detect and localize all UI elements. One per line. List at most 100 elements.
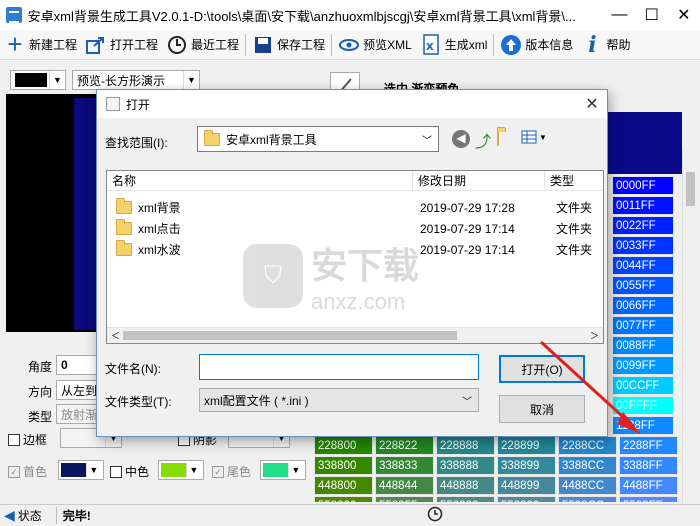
color-cell[interactable]: 4488FF [619, 476, 678, 495]
save-project-button[interactable]: 保存工程 [248, 31, 329, 59]
chevron-down-icon: ▼ [49, 71, 65, 89]
color-cell[interactable]: 558888 [436, 496, 495, 502]
generate-xml-button[interactable]: X 生成xml [416, 31, 492, 59]
check-icon[interactable]: ✓ [212, 465, 224, 478]
close-icon[interactable]: ✕ [577, 94, 607, 114]
angle-label: 角度 [28, 360, 53, 374]
color-cell[interactable]: 3388CC [558, 456, 617, 475]
color-cell[interactable]: 0044FF [612, 256, 674, 275]
color-cell[interactable]: 0055FF [612, 276, 674, 295]
first-color-swatch [61, 463, 86, 477]
color-cell[interactable]: 338899 [497, 456, 556, 475]
type-label: 类型 [28, 410, 53, 424]
mid-color-checkbox[interactable] [110, 465, 122, 478]
minimize-icon[interactable]: — [603, 6, 635, 24]
color-cell[interactable]: 448888 [436, 476, 495, 495]
speaker-icon: ◀ [4, 507, 15, 523]
tail-color-swatch [263, 463, 288, 477]
scroll-left-icon[interactable]: ＜ [111, 329, 120, 342]
color-cell[interactable]: 3388FF [619, 456, 678, 475]
color-cell[interactable]: 228800 [314, 436, 373, 455]
tail-color-row[interactable]: ✓ 尾色 [212, 463, 251, 480]
horizontal-scrollbar[interactable]: ＜ ＞ [107, 327, 603, 343]
scrollbar-thumb[interactable] [123, 331, 457, 340]
color-select[interactable]: ▼ [10, 70, 66, 90]
column-date[interactable]: 修改日期 [413, 171, 545, 190]
vertical-scrollbar[interactable] [682, 150, 698, 504]
first-color-select[interactable]: ▼ [58, 460, 104, 480]
file-row[interactable]: xml点击 2019-07-29 17:14 文件夹 [107, 218, 603, 239]
color-cell[interactable]: 448899 [497, 476, 556, 495]
toolbar-separator [245, 33, 247, 56]
chevron-down-icon: ﹀ [462, 396, 472, 408]
view-menu-icon[interactable]: ▼ [521, 130, 547, 144]
color-cell[interactable]: 0011FF [612, 196, 674, 215]
filename-input[interactable] [199, 354, 479, 380]
color-cell[interactable]: 0033FF [612, 236, 674, 255]
color-cell[interactable]: 4488CC [558, 476, 617, 495]
new-project-button[interactable]: + 新建工程 [0, 29, 81, 59]
color-cell[interactable]: 558855 [375, 496, 434, 502]
toolbar-separator [331, 33, 333, 56]
open-file-dialog: 打开 ✕ 查找范围(I): 安卓xml背景工具 ﹀ ◀ ⤴ ▼ 名称 修改日期 … [96, 89, 641, 437]
look-in-select[interactable]: 安卓xml背景工具 ﹀ [197, 126, 439, 152]
mid-color-select[interactable]: ▼ [158, 460, 204, 480]
preview-mode-select[interactable]: 预览-长方形演示 ▼ [72, 70, 200, 90]
color-cell[interactable]: 228822 [375, 436, 434, 455]
file-list[interactable]: 名称 修改日期 类型 xml背景 2019-07-29 17:28 文件夹 xm… [106, 170, 604, 344]
color-cell[interactable]: 558800 [314, 496, 373, 502]
color-cell[interactable]: 0022FF [612, 216, 674, 235]
border-checkbox-row[interactable]: 边框 [8, 431, 47, 448]
type-select[interactable]: 放射渐 [56, 404, 98, 424]
color-cell[interactable]: 448800 [314, 476, 373, 495]
maximize-icon[interactable]: ☐ [636, 5, 668, 25]
recent-projects-button[interactable]: 最近工程 [162, 31, 243, 59]
help-button[interactable]: i 帮助 [577, 31, 634, 59]
chevron-down-icon: ▼ [183, 71, 199, 89]
direction-label: 方向 [28, 385, 53, 399]
color-cell[interactable]: 0066FF [612, 296, 674, 315]
back-icon[interactable]: ◀ [452, 130, 470, 148]
look-in-label: 查找范围(I): [105, 136, 168, 150]
scrollbar-thumb[interactable] [686, 172, 695, 206]
mid-color-row[interactable]: 中色 [110, 463, 149, 480]
first-color-row[interactable]: ✓ 首色 [8, 463, 47, 480]
color-cell[interactable]: 338833 [375, 456, 434, 475]
up-folder-icon[interactable]: ⤴ [475, 128, 491, 152]
mid-color-swatch [161, 463, 186, 477]
filename-label: 文件名(N): [105, 362, 161, 376]
angle-input[interactable]: 0 [56, 355, 98, 375]
check-icon[interactable]: ✓ [8, 465, 20, 478]
file-row[interactable]: xml背景 2019-07-29 17:28 文件夹 [107, 197, 603, 218]
color-cell[interactable]: 5588CC [558, 496, 617, 502]
close-icon[interactable]: ✕ [668, 5, 700, 25]
color-cell[interactable]: 0077FF [612, 316, 674, 335]
border-checkbox[interactable] [8, 433, 20, 446]
filetype-label: 文件类型(T): [105, 395, 172, 409]
color-cell[interactable]: 228888 [436, 436, 495, 455]
dialog-icon [106, 97, 120, 111]
color-cell[interactable]: 558899 [497, 496, 556, 502]
color-cell[interactable]: 338800 [314, 456, 373, 475]
direction-select[interactable]: 从左到 [56, 380, 98, 400]
color-cell[interactable]: 448844 [375, 476, 434, 495]
chevron-down-icon: ▼ [185, 463, 201, 477]
color-preview [15, 73, 47, 87]
folder-icon [116, 198, 132, 214]
preview-xml-button[interactable]: 预览XML [334, 31, 416, 59]
tail-color-select[interactable]: ▼ [260, 460, 306, 480]
version-info-button[interactable]: 版本信息 [496, 31, 577, 59]
color-cell[interactable]: 338888 [436, 456, 495, 475]
color-cell[interactable]: 5588FF [619, 496, 678, 502]
open-icon [85, 34, 107, 56]
title-bar: 安卓xml背景生成工具V2.0.1-D:\tools\桌面\安下载\anzhuo… [0, 0, 700, 30]
open-project-button[interactable]: 打开工程 [81, 31, 162, 59]
new-folder-icon[interactable] [497, 130, 499, 146]
column-type[interactable]: 类型 [545, 171, 603, 190]
toolbar-separator [493, 33, 495, 56]
column-name[interactable]: 名称 [107, 171, 413, 190]
color-cell[interactable]: 0000FF [612, 176, 674, 195]
status-bar: ◀ 状态 完毕! [0, 504, 700, 526]
filetype-select[interactable]: xml配置文件 ( *.ini ) ﹀ [199, 388, 479, 412]
dialog-title: 打开 [126, 97, 151, 112]
